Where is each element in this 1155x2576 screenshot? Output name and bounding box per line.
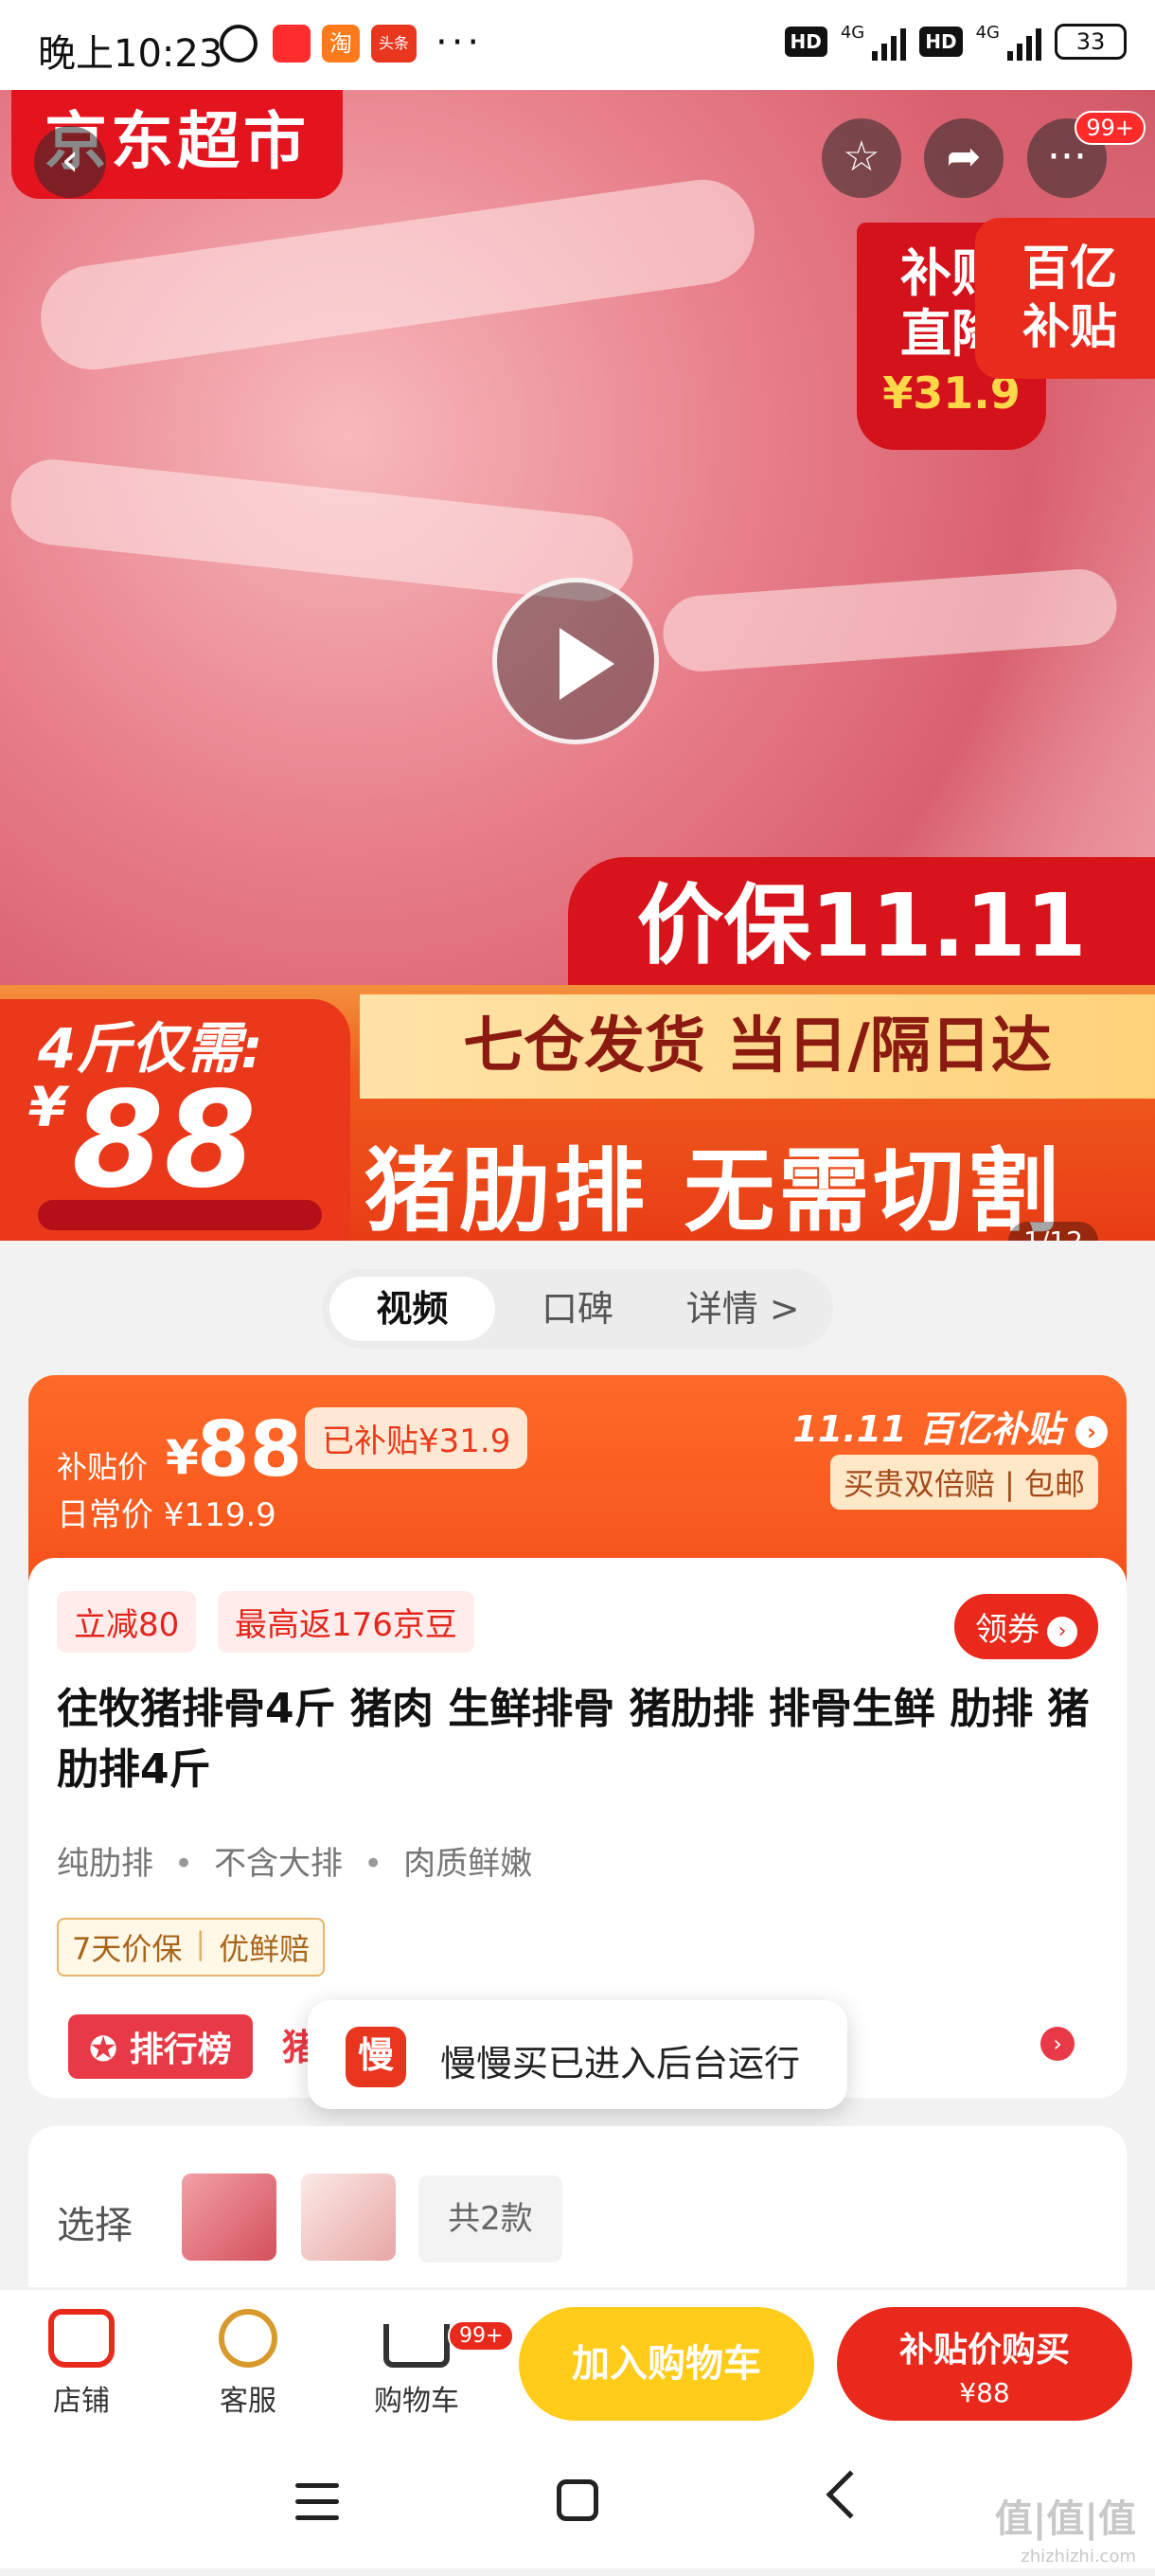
bybt-tag: 百亿 补贴 bbox=[975, 218, 1155, 379]
favorite-star-icon[interactable]: ☆ bbox=[822, 118, 901, 198]
status-bar: 晚上10:23 淘 头条 ··· HD 4G HD 4G 33 bbox=[0, 0, 1155, 90]
bybt-brand-link[interactable]: 11.11 百亿补贴 › bbox=[792, 1400, 1108, 1452]
network-type: 4G bbox=[840, 23, 865, 43]
variant-select-card[interactable]: 选择 共2款 bbox=[28, 2126, 1127, 2287]
bybt-brand-text: 11.11 百亿补贴 bbox=[792, 1408, 1063, 1450]
variant-thumbnail[interactable] bbox=[301, 2174, 396, 2261]
image-counter: 1/12 bbox=[1008, 1222, 1098, 1241]
status-time: 晚上10:23 bbox=[38, 32, 223, 76]
tab-video[interactable]: 视频 bbox=[329, 1277, 495, 1341]
more-notifications-icon: ··· bbox=[435, 21, 484, 64]
delivery-strip: 七仓发货 当日/隔日达 bbox=[360, 994, 1155, 1099]
chevron-right-icon: › bbox=[1075, 1415, 1108, 1448]
more-badge: 99+ bbox=[1075, 111, 1146, 145]
meat-texture bbox=[7, 455, 637, 606]
bybt-line2: 补贴 bbox=[1022, 299, 1117, 354]
price-protect-service: 7天价保 bbox=[72, 1931, 183, 1967]
promo-currency: ¥ bbox=[28, 1075, 67, 1139]
recent-apps-icon[interactable] bbox=[295, 2483, 339, 2521]
battery-icon: 33 bbox=[1055, 24, 1127, 60]
ranking-label: 排行榜 bbox=[129, 2030, 232, 2069]
store-icon bbox=[48, 2309, 115, 2368]
signal-icon-2 bbox=[1007, 23, 1041, 61]
ranking-badge[interactable]: ✪ 排行榜 bbox=[68, 2014, 253, 2079]
chevron-right-icon[interactable]: › bbox=[1040, 2027, 1075, 2061]
subsidy-price: 88 bbox=[197, 1405, 303, 1494]
price-currency: ¥ bbox=[166, 1430, 199, 1485]
subsidy-price-label: 补贴价 bbox=[57, 1449, 149, 1485]
watermark: 值|值|值 zhizhizhi.com bbox=[995, 2500, 1136, 2576]
watermark-text: 值|值|值 bbox=[994, 2497, 1136, 2541]
back-button[interactable]: ‹ bbox=[34, 126, 106, 198]
variant-count[interactable]: 共2款 bbox=[418, 2175, 562, 2263]
product-title: 往牧猪排骨4斤 猪肉 生鲜排骨 猪肋排 排骨生鲜 肋排 猪肋排4斤 bbox=[57, 1685, 1090, 1794]
cart-badge: 99+ bbox=[448, 2320, 515, 2352]
fresh-guarantee-service: 优鲜赔 bbox=[219, 1931, 311, 1967]
coupon-label: 领券 bbox=[975, 1611, 1040, 1649]
back-nav-icon[interactable] bbox=[826, 2470, 875, 2519]
signal-icon bbox=[872, 23, 907, 61]
feature-item: 纯肋排 bbox=[57, 1845, 153, 1883]
product-features: 纯肋排 • 不含大排 • 肉质鲜嫩 bbox=[57, 1845, 533, 1883]
notification-app-icon bbox=[273, 25, 311, 63]
customer-service-label: 客服 bbox=[220, 2385, 276, 2418]
subsidized-amount-badge: 已补贴¥31.9 bbox=[305, 1407, 528, 1469]
bybt-line1: 百亿 bbox=[1022, 241, 1117, 295]
bottom-action-bar: 店铺 客服 99+ 购物车 加入购物车 补贴价购买 ¥88 bbox=[0, 2290, 1155, 2449]
meat-texture bbox=[660, 566, 1120, 674]
promo-main-text: 猪肋排 无需切割 bbox=[364, 1138, 1063, 1241]
status-right: HD 4G HD 4G 33 bbox=[784, 23, 1127, 61]
meat-texture bbox=[34, 172, 761, 377]
promo-price: ¥ 88 bbox=[28, 1075, 257, 1208]
cart-button[interactable]: 99+ 购物车 bbox=[360, 2309, 515, 2419]
product-image-carousel[interactable]: 京东超市 ‹ ☆ ➦ ··· 99+ 补贴 直降 ¥31.9 百亿 补贴 价保1… bbox=[0, 90, 1155, 1241]
customer-service-icon bbox=[219, 2309, 277, 2368]
share-icon[interactable]: ➦ bbox=[924, 118, 1004, 198]
hd-icon-2: HD bbox=[919, 27, 963, 57]
service-tags[interactable]: 7天价保 | 优鲜赔 bbox=[57, 1918, 326, 1977]
network-type-2: 4G bbox=[975, 23, 1000, 43]
add-to-cart-button[interactable]: 加入购物车 bbox=[519, 2307, 814, 2421]
feature-item: 不含大排 bbox=[214, 1845, 344, 1883]
guarantee-badge: 买贵双倍赔 | 包邮 bbox=[829, 1455, 1098, 1510]
jd-beans-tag: 最高返176京豆 bbox=[218, 1591, 474, 1653]
hd-icon: HD bbox=[784, 27, 827, 57]
promo-price-value: 88 bbox=[71, 1064, 257, 1218]
toast-message: 慢慢买已进入后台运行 bbox=[440, 2043, 801, 2084]
discount-tag: 立减80 bbox=[57, 1591, 197, 1653]
variant-thumbnail[interactable] bbox=[182, 2174, 276, 2261]
customer-service-button[interactable]: 客服 bbox=[191, 2309, 305, 2419]
watermark-sub: zhizhizhi.com bbox=[1021, 2547, 1136, 2567]
home-icon[interactable] bbox=[557, 2479, 598, 2521]
buy-label: 补贴价购买 bbox=[898, 2331, 1070, 2370]
buy-price: ¥88 bbox=[959, 2377, 1010, 2408]
alarm-icon bbox=[220, 25, 258, 63]
tab-reviews[interactable]: 口碑 bbox=[495, 1277, 661, 1341]
select-label: 选择 bbox=[57, 2204, 133, 2247]
get-coupon-button[interactable]: 领券 › bbox=[954, 1594, 1098, 1659]
store-label: 店铺 bbox=[53, 2385, 110, 2418]
manmanmai-app-icon: 慢 bbox=[346, 2027, 406, 2087]
feature-item: 肉质鲜嫩 bbox=[403, 1845, 533, 1883]
cart-icon: 99+ bbox=[383, 2320, 515, 2368]
play-video-icon[interactable] bbox=[492, 578, 659, 744]
daily-price: 日常价 ¥119.9 bbox=[57, 1496, 276, 1534]
system-nav-bar bbox=[0, 2449, 1155, 2568]
taobao-app-icon: 淘 bbox=[322, 25, 360, 63]
store-button[interactable]: 店铺 bbox=[25, 2309, 138, 2419]
background-toast: 慢 慢慢买已进入后台运行 bbox=[308, 2000, 847, 2109]
toutiao-app-icon: 头条 bbox=[371, 25, 417, 63]
price-protect-banner: 价保11.11 bbox=[568, 857, 1155, 994]
tab-details[interactable]: 详情 > bbox=[660, 1277, 826, 1341]
buy-now-button[interactable]: 补贴价购买 ¥88 bbox=[837, 2307, 1132, 2421]
cart-label: 购物车 bbox=[374, 2385, 459, 2418]
content-tabs: 视频 口碑 详情 > bbox=[322, 1269, 833, 1349]
chevron-right-icon: › bbox=[1047, 1616, 1077, 1647]
